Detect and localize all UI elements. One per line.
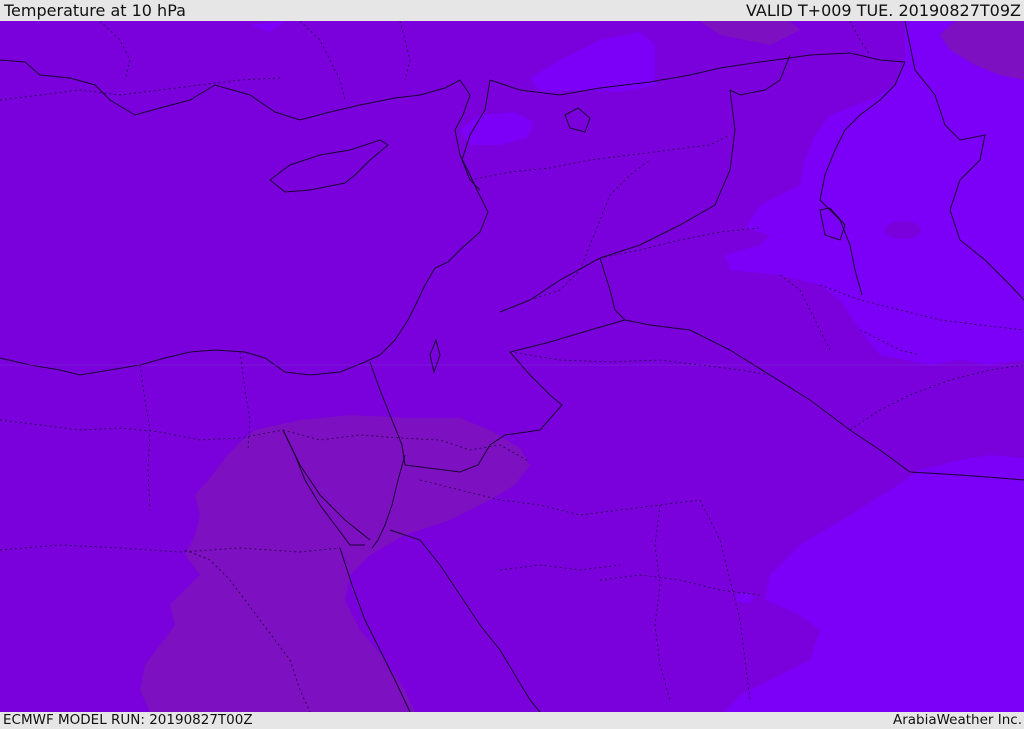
map-canvas[interactable] <box>0 21 1024 712</box>
valid-time: VALID T+009 TUE. 20190827T09Z <box>745 1 1021 20</box>
credit-label: ArabiaWeather Inc. <box>892 712 1022 728</box>
cool-spot <box>736 593 754 603</box>
map-svg <box>0 21 1024 712</box>
model-run-label: ECMWF MODEL RUN: 20190827T00Z <box>3 712 253 728</box>
map-footer: ECMWF MODEL RUN: 20190827T00Z ArabiaWeat… <box>0 712 1024 729</box>
warm-spot <box>885 221 921 239</box>
map-title: Temperature at 10 hPa <box>4 1 186 20</box>
map-header: Temperature at 10 hPa VALID T+009 TUE. 2… <box>0 0 1024 21</box>
